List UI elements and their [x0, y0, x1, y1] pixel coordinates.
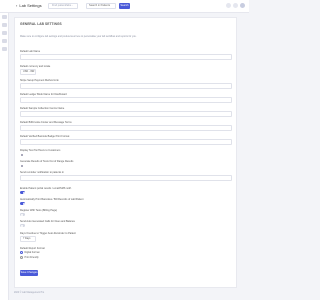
option-label: Display Test Tat Hours to Customers — [20, 149, 61, 152]
tat-hours-checkbox[interactable] — [21, 154, 23, 156]
field-label: Default currency and locale — [20, 65, 51, 68]
field-label: Send reminder notification to patients i… — [20, 171, 64, 174]
currency-select[interactable]: USD - INR — [20, 69, 36, 75]
radio-option[interactable]: Digital Format — [20, 251, 39, 254]
stripe-link-input[interactable] — [20, 83, 232, 89]
dashboard-icon[interactable] — [2, 15, 7, 19]
out-of-range-checkbox[interactable] — [21, 165, 23, 167]
field-label: Default Lab Name — [20, 50, 41, 53]
toggle-label: Register With Tests (Billing Page) — [20, 209, 58, 212]
card-title: GENERAL LAB SETTINGS — [20, 22, 62, 26]
avatar[interactable] — [240, 3, 245, 8]
radio-group-label: Default Report Format — [20, 247, 45, 250]
radio-digital[interactable] — [20, 251, 23, 254]
toggle-label: Automatically Print Barcodes / Bill Reco… — [20, 198, 84, 201]
lab-name-input[interactable] — [20, 54, 232, 60]
sidebar — [0, 0, 9, 300]
option-label: Generate Results of Tests Out of Range R… — [20, 160, 74, 163]
search-scope-select[interactable]: Search in Patients — [86, 3, 116, 9]
save-button[interactable]: Save Changes — [20, 270, 38, 276]
patients-icon[interactable] — [2, 23, 7, 27]
back-arrow-icon[interactable]: ‹ — [16, 3, 17, 8]
field-label: Stripe Setup Payment Method Link — [20, 79, 59, 82]
auto-calls-toggle[interactable] — [20, 224, 25, 227]
notification-icon[interactable] — [226, 3, 231, 8]
radio-option[interactable]: Print Friendly — [20, 256, 39, 259]
ledger-name-input[interactable] — [20, 97, 232, 103]
invoice-footer-input[interactable] — [20, 125, 232, 131]
footer: 2024 © Lab Management Pro — [14, 292, 45, 294]
reminder-input[interactable] — [20, 175, 232, 181]
radio-option-label: Print Friendly — [24, 256, 39, 259]
auto-print-toggle[interactable] — [20, 202, 25, 205]
settings-card: GENERAL LAB SETTINGS Make sure to config… — [14, 17, 237, 288]
patient-portal-toggle[interactable] — [20, 191, 25, 194]
card-description: Make sure to configure lab settings and … — [20, 35, 137, 38]
field-label: Default Verified Barcode Badge Print For… — [20, 135, 70, 138]
settings-icon[interactable] — [2, 47, 7, 51]
toggle-label: Send Auto Generated Calls for Dues and B… — [20, 220, 76, 223]
search-input[interactable]: Find patient/labs... — [48, 3, 78, 9]
topbar-icons — [226, 3, 245, 8]
page-title-text: Lab Settings — [19, 3, 42, 8]
toggle-label: Enable Patient portal results / email/SM… — [20, 187, 72, 190]
overdue-days-select[interactable]: 7 Days — [20, 236, 36, 242]
register-with-tests-toggle[interactable] — [20, 213, 25, 216]
help-icon[interactable] — [233, 3, 238, 8]
radio-print[interactable] — [20, 256, 23, 259]
top-bar: ‹ Lab Settings Find patient/labs... Sear… — [0, 0, 249, 13]
field-label: Default Sample Collection Centre Name — [20, 107, 65, 110]
barcode-format-input[interactable] — [20, 139, 232, 145]
page-title: ‹ Lab Settings — [16, 3, 42, 8]
collection-centre-input[interactable] — [20, 111, 232, 117]
billing-icon[interactable] — [2, 39, 7, 43]
radio-option-label: Digital Format — [24, 251, 40, 254]
search-button[interactable]: Search — [119, 3, 130, 9]
field-label: Default Ledger Book Name for Dashboard — [20, 93, 67, 96]
reports-icon[interactable] — [2, 31, 7, 35]
field-label: Default Bill/Invoice Footer and Message … — [20, 121, 72, 124]
field-label: Days Overdue to Trigger Auto-Reminder to… — [20, 232, 76, 235]
